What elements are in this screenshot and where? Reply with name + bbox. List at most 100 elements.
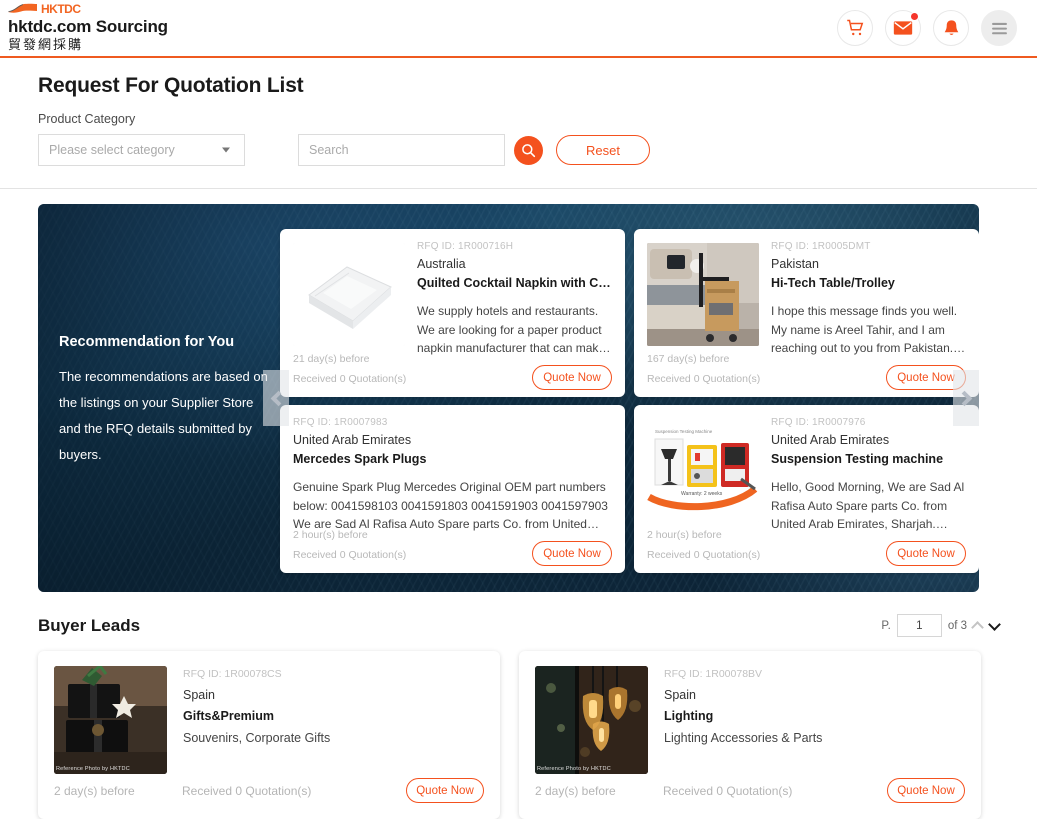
rfq-time: 21 day(s) before	[293, 353, 370, 366]
rfq-time: 2 hour(s) before	[293, 529, 368, 542]
promo-text-block: Recommendation for You The recommendatio…	[59, 334, 274, 468]
svg-text:Suspension Testing Machine: Suspension Testing Machine	[655, 429, 713, 434]
site-subtitle: 貿發網採購	[8, 37, 84, 53]
rfq-title: Suspension Testing machine	[771, 452, 944, 466]
lead-card[interactable]: Reference Photo by HKTDC RFQ ID: 1R00078…	[519, 651, 981, 819]
rfq-meta: 2 hour(s) before Received 0 Quotation(s)	[647, 526, 760, 566]
page-number-input[interactable]	[896, 614, 942, 637]
pagination-prefix: P.	[881, 619, 891, 632]
suspension-machines-image: Warranty: 2 weeks Suspension Testing Mac…	[647, 419, 759, 522]
rfq-quotations: Received 0 Quotation(s)	[293, 549, 407, 562]
category-select-value: Please select category	[49, 143, 175, 157]
rfq-id: RFQ ID: 1R0007983	[293, 417, 388, 428]
rfq-card[interactable]: Warranty: 2 weeks Suspension Testing Mac…	[634, 405, 979, 573]
quote-now-button[interactable]: Quote Now	[532, 365, 612, 390]
rfq-meta: 167 day(s) before Received 0 Quotation(s…	[647, 350, 760, 390]
reference-photo-note: Reference Photo by HKTDC	[56, 766, 130, 772]
rfq-carousel-cards: RFQ ID: 1R000716H Australia Quilted Cock…	[280, 229, 979, 574]
chevron-down-icon[interactable]	[988, 617, 1001, 631]
quote-now-button[interactable]: Quote Now	[406, 778, 484, 803]
pendant-lamps-image: Reference Photo by HKTDC	[535, 666, 648, 774]
rfq-quotations: Received 0 Quotation(s)	[647, 373, 761, 386]
cart-button[interactable]	[837, 10, 873, 46]
product-category-label: Product Category	[38, 112, 136, 126]
rfq-country: Pakistan	[771, 257, 819, 271]
rfq-title: Mercedes Spark Plugs	[293, 452, 427, 466]
buyer-leads-title: Buyer Leads	[38, 615, 141, 635]
page-title: Request For Quotation List	[38, 74, 304, 97]
search-input[interactable]	[298, 134, 505, 166]
lead-quotations: Received 0 Quotation(s)	[182, 783, 312, 798]
hamburger-menu-icon	[991, 22, 1007, 34]
notifications-button[interactable]	[933, 10, 969, 46]
rfq-time: 167 day(s) before	[647, 353, 730, 366]
rfq-meta: 2 hour(s) before Received 0 Quotation(s)	[293, 526, 406, 566]
buyer-leads-header: Buyer Leads P. of 3	[0, 592, 1037, 637]
carousel-prev-button[interactable]	[263, 370, 289, 426]
logo-wordmark: HKTDC	[41, 1, 81, 16]
rfq-card-footer: 2 hour(s) before Received 0 Quotation(s)…	[293, 526, 612, 566]
cart-icon	[846, 19, 863, 36]
lead-rfq-id: RFQ ID: 1R00078CS	[183, 668, 282, 680]
messages-button[interactable]	[885, 10, 921, 46]
filter-bar: Request For Quotation List Product Categ…	[0, 58, 1037, 189]
rfq-meta: 21 day(s) before Received 0 Quotation(s)	[293, 350, 406, 390]
black-gift-boxes-image: Reference Photo by HKTDC	[54, 666, 167, 774]
quote-now-button[interactable]: Quote Now	[532, 541, 612, 566]
bell-icon	[944, 19, 958, 35]
rfq-card[interactable]: RFQ ID: 1R000716H Australia Quilted Cock…	[280, 229, 625, 397]
recommendation-banner-wrap: Recommendation for You The recommendatio…	[0, 189, 1037, 592]
main-menu-button[interactable]	[981, 10, 1017, 46]
bedroom-trolley-image	[647, 243, 759, 346]
bedroom-illustration-icon	[647, 243, 759, 346]
lead-subcategory: Lighting Accessories & Parts	[664, 731, 823, 745]
filter-row: Please select category Reset	[38, 134, 1037, 166]
svg-text:Warranty: 2 weeks: Warranty: 2 weeks	[681, 491, 723, 497]
rfq-country: Australia	[417, 257, 466, 271]
header-actions	[837, 10, 1017, 46]
rfq-card-footer: 2 hour(s) before Received 0 Quotation(s)…	[647, 526, 966, 566]
recommendation-banner: Recommendation for You The recommendatio…	[38, 204, 979, 592]
lead-time: 2 day(s) before	[54, 783, 135, 798]
promo-title: Recommendation for You	[59, 334, 235, 350]
rfq-card[interactable]: RFQ ID: 1R0005DMT Pakistan Hi-Tech Table…	[634, 229, 979, 397]
machines-illustration-icon: Warranty: 2 weeks Suspension Testing Mac…	[647, 419, 759, 522]
unread-badge	[910, 12, 919, 21]
lead-card-footer: 2 day(s) before Received 0 Quotation(s) …	[535, 778, 965, 803]
lamp-illustration-icon	[535, 666, 648, 774]
chevron-right-icon	[956, 390, 972, 406]
rfq-grid: RFQ ID: 1R000716H Australia Quilted Cock…	[280, 229, 979, 573]
rfq-id: RFQ ID: 1R000716H	[417, 241, 514, 252]
lead-country: Spain	[183, 688, 215, 702]
carousel-next-button[interactable]	[953, 370, 979, 426]
pagination: P. of 3	[881, 614, 1001, 637]
search-button[interactable]	[514, 135, 543, 165]
quote-now-button[interactable]: Quote Now	[887, 778, 965, 803]
lead-card[interactable]: Reference Photo by HKTDC RFQ ID: 1R00078…	[38, 651, 500, 819]
lead-quotations: Received 0 Quotation(s)	[663, 783, 793, 798]
rfq-time: 2 hour(s) before	[647, 529, 722, 542]
lead-country: Spain	[664, 688, 696, 702]
pagination-total: of 3	[947, 619, 967, 632]
mail-icon	[893, 21, 913, 35]
lead-category: Gifts&Premium	[183, 709, 274, 723]
brand-block[interactable]: HKTDC hktdc.com Sourcing 貿發網採購	[8, 3, 168, 53]
rfq-card-footer: 21 day(s) before Received 0 Quotation(s)…	[293, 350, 612, 390]
rfq-country: United Arab Emirates	[293, 433, 412, 447]
chevron-up-icon[interactable]	[971, 620, 984, 634]
site-title: hktdc.com Sourcing	[8, 16, 168, 36]
rfq-quotations: Received 0 Quotation(s)	[647, 549, 761, 562]
reset-button[interactable]: Reset	[556, 135, 650, 165]
category-select[interactable]: Please select category	[38, 134, 245, 166]
lead-rfq-id: RFQ ID: 1R00078BV	[664, 668, 763, 680]
napkin-stack-image	[293, 243, 405, 346]
site-header: HKTDC hktdc.com Sourcing 貿發網採購	[0, 0, 1037, 58]
chevron-left-icon	[270, 390, 286, 406]
napkin-illustration-icon	[308, 266, 392, 329]
rfq-card[interactable]: RFQ ID: 1R0007983 United Arab Emirates M…	[280, 405, 625, 573]
rfq-title: Quilted Cocktail Napkin with Custome…	[417, 276, 612, 290]
quote-now-button[interactable]: Quote Now	[886, 541, 966, 566]
lead-category: Lighting	[664, 709, 714, 723]
gift-illustration-icon	[54, 666, 167, 774]
rfq-title: Hi-Tech Table/Trolley	[771, 276, 895, 290]
